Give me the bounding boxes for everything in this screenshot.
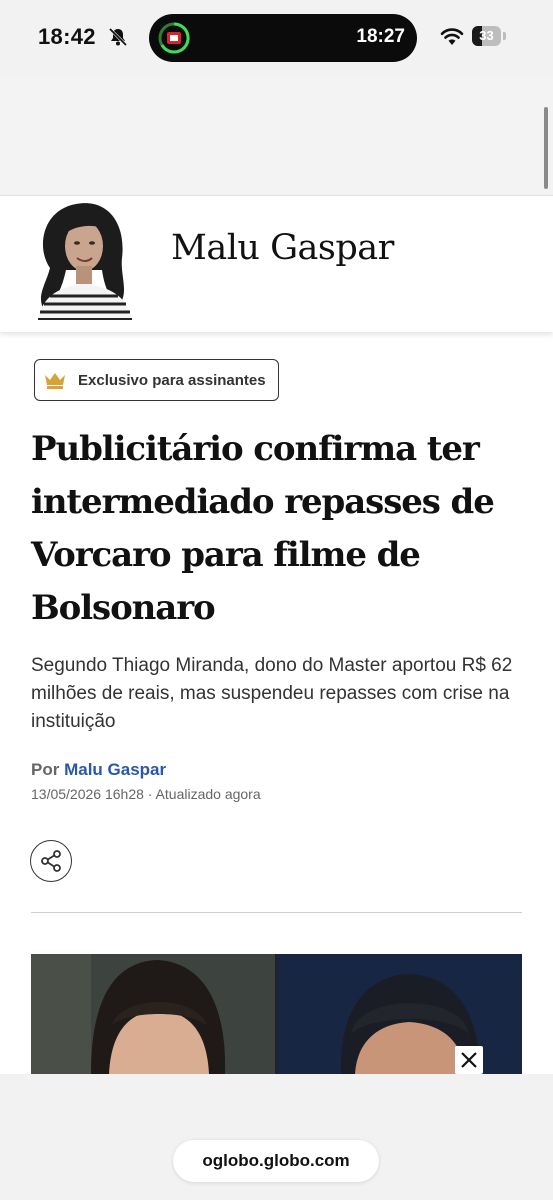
badge-label: Exclusivo para assinantes: [78, 372, 266, 389]
dateline: 13/05/2026 16h28 · Atualizado agora: [31, 786, 261, 802]
timer-ring-icon: [157, 21, 191, 55]
crown-icon: [43, 371, 67, 389]
battery-level: 33: [479, 28, 494, 43]
columnist-avatar: [30, 198, 138, 320]
close-ad-button[interactable]: [455, 1046, 483, 1074]
ad-placeholder: [0, 76, 553, 196]
lead-photo[interactable]: [31, 954, 522, 1074]
status-time: 18:42: [38, 24, 96, 49]
wifi-icon: [440, 28, 464, 46]
article-headline: Publicitário confirma ter intermediado r…: [31, 429, 495, 628]
scroll-indicator[interactable]: [544, 107, 548, 189]
share-button[interactable]: [30, 840, 72, 882]
dynamic-island[interactable]: 18:27: [149, 14, 417, 62]
byline-prefix: Por: [31, 760, 60, 779]
status-bar: 18:42 18:27 33: [0, 0, 553, 76]
columnist-name[interactable]: Malu Gaspar: [171, 228, 394, 268]
columnist-header[interactable]: Malu Gaspar: [0, 196, 553, 332]
photo-right-portrait: [277, 954, 522, 1074]
article-subheadline: Segundo Thiago Miranda, dono do Master a…: [31, 655, 513, 732]
share-icon: [41, 850, 61, 872]
address-bar[interactable]: oglobo.globo.com: [173, 1140, 379, 1182]
photo-left-portrait: [31, 954, 275, 1074]
battery-icon: 33: [472, 26, 506, 46]
byline: Por Malu Gaspar: [31, 760, 166, 780]
divider: [31, 912, 522, 913]
browser-toolbar: oglobo.globo.com: [0, 1074, 553, 1200]
live-activity-time: 18:27: [356, 26, 405, 47]
subscriber-badge: Exclusivo para assinantes: [34, 359, 279, 401]
author-link[interactable]: Malu Gaspar: [64, 760, 166, 779]
bell-slash-icon: [108, 27, 128, 47]
close-icon: [461, 1052, 477, 1068]
